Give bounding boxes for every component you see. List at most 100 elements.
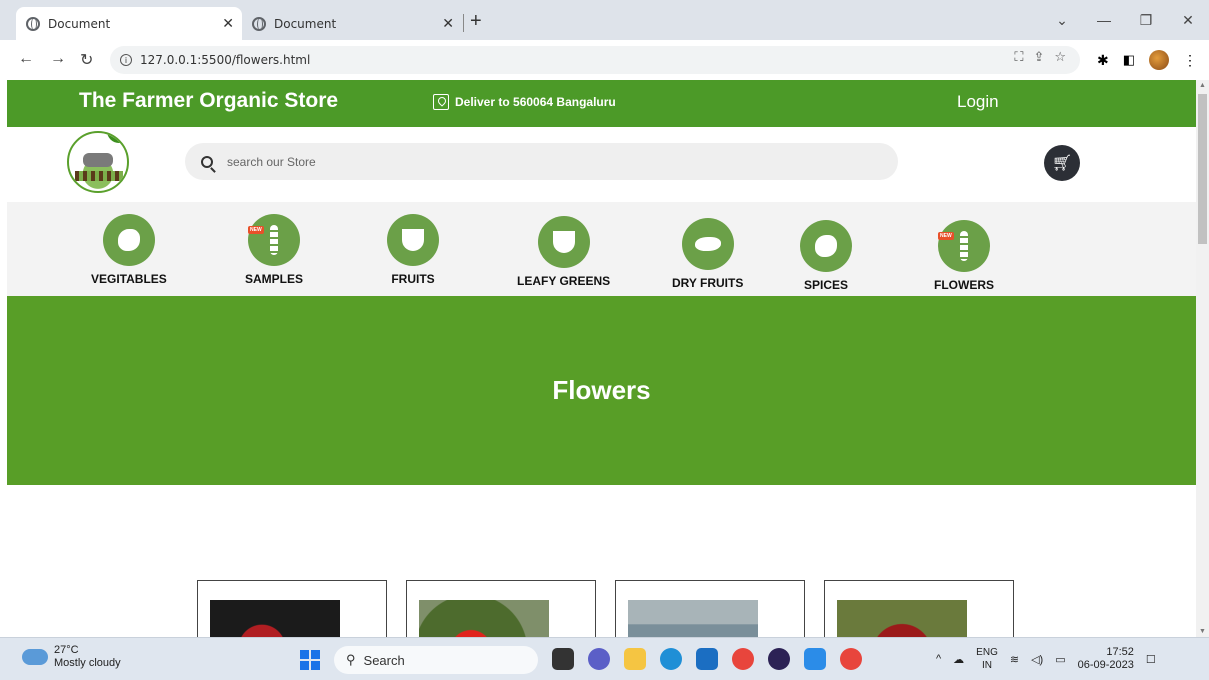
page-scrollbar[interactable]: ▲ ▼ <box>1196 80 1209 637</box>
category-bar: VEGITABLES NEW SAMPLES FRUITS LEAFY GREE… <box>7 202 1196 296</box>
clock[interactable]: 17:52 06-09-2023 <box>1078 646 1134 672</box>
side-panel-icon[interactable]: ◧ <box>1123 52 1135 68</box>
new-tab-button[interactable]: + <box>470 10 482 33</box>
share-icon[interactable]: ⇪ <box>1033 50 1044 65</box>
category-spices[interactable]: SPICES <box>800 220 852 292</box>
store-logo[interactable] <box>67 131 129 193</box>
hero-title: Flowers <box>552 375 651 405</box>
globe-icon <box>26 16 40 31</box>
login-link[interactable]: Login <box>957 92 999 112</box>
fruit-basket-icon <box>387 214 439 266</box>
scroll-up-arrow-icon[interactable]: ▲ <box>1199 82 1206 89</box>
tab-search-icon[interactable]: ⌄ <box>1041 12 1083 29</box>
microsoft-store-icon[interactable] <box>696 648 718 670</box>
battery-icon[interactable]: ▭ <box>1055 653 1065 666</box>
category-fruits[interactable]: FRUITS <box>387 214 439 286</box>
taskbar-search[interactable]: ⚲ Search <box>334 646 538 674</box>
address-bar[interactable]: i 127.0.0.1:5500/flowers.html ⛶ ⇪ ☆ <box>110 46 1080 74</box>
region-code: IN <box>982 660 992 671</box>
logo-leaf <box>107 133 125 143</box>
notification-icon[interactable]: ☐ <box>1146 653 1156 666</box>
minimize-button[interactable]: — <box>1083 12 1125 28</box>
teams-chat-icon[interactable] <box>588 648 610 670</box>
product-card[interactable] <box>406 580 596 637</box>
task-view-icon[interactable] <box>552 648 574 670</box>
translate-icon[interactable]: ⛶ <box>1014 50 1023 65</box>
clock-date: 06-09-2023 <box>1077 659 1134 671</box>
close-tab-icon[interactable]: ✕ <box>222 16 234 32</box>
leafy-greens-icon <box>537 216 590 268</box>
windows-start-icon[interactable] <box>300 650 320 670</box>
vegetables-icon <box>102 214 155 266</box>
file-explorer-icon[interactable] <box>624 648 646 670</box>
category-label: SAMPLES <box>245 272 304 286</box>
product-image-red-hibiscus[interactable] <box>419 600 549 637</box>
tab-divider <box>463 14 464 32</box>
site-info-icon[interactable]: i <box>120 54 132 66</box>
new-badge: NEW <box>938 232 954 240</box>
extensions-puzzle-icon[interactable]: ✱ <box>1097 52 1109 69</box>
chevron-up-icon[interactable]: ^ <box>936 653 941 665</box>
category-samples[interactable]: NEW SAMPLES <box>245 214 303 286</box>
language-indicator[interactable]: ENG IN <box>976 646 998 672</box>
windows-taskbar: 27°C Mostly cloudy ⚲ Search ^ ☁ ENG IN ≋… <box>0 637 1209 680</box>
weather-widget[interactable]: 27°C Mostly cloudy <box>22 643 121 670</box>
globe-icon <box>252 16 266 31</box>
category-label: SPICES <box>803 278 848 292</box>
category-label: FLOWERS <box>934 278 994 292</box>
scroll-down-arrow-icon[interactable]: ▼ <box>1199 628 1206 635</box>
new-badge: NEW <box>248 226 264 234</box>
scrollbar-thumb[interactable] <box>1198 94 1207 244</box>
weather-temp: 27°C <box>54 644 79 656</box>
close-window-button[interactable]: ✕ <box>1167 12 1209 29</box>
product-card[interactable] <box>197 580 387 637</box>
taskbar-apps <box>552 648 862 670</box>
tab-title: Document <box>48 16 111 31</box>
search-icon <box>201 155 213 168</box>
clock-time: 17:52 <box>1106 646 1134 658</box>
back-arrow-icon[interactable]: ← <box>18 50 34 68</box>
search-input[interactable]: search our Store <box>227 155 316 169</box>
deliver-location[interactable]: Deliver to 560064 Bangaluru <box>433 94 616 110</box>
weather-desc: Mostly cloudy <box>54 657 121 669</box>
category-leafy-greens[interactable]: LEAFY GREENS <box>517 216 610 288</box>
browser-tab-2[interactable]: Document ✕ <box>242 7 462 40</box>
volume-icon[interactable]: ◁) <box>1031 653 1043 666</box>
location-pin-icon <box>433 94 449 110</box>
category-dry-fruits[interactable]: DRY FRUITS <box>672 218 743 290</box>
profile-avatar[interactable] <box>1149 50 1169 70</box>
wheat-icon: NEW <box>938 220 990 272</box>
search-bar[interactable]: search our Store <box>185 143 898 180</box>
tab-title: Document <box>274 16 337 31</box>
eclipse-icon[interactable] <box>768 648 790 670</box>
logo-field <box>75 171 123 181</box>
product-card[interactable] <box>824 580 1014 637</box>
vscode-icon[interactable] <box>804 648 826 670</box>
reload-icon[interactable]: ↻ <box>80 50 93 70</box>
product-image-red-rose[interactable] <box>210 600 340 637</box>
chrome-icon[interactable] <box>732 648 754 670</box>
menu-kebab-icon[interactable]: ⋮ <box>1183 52 1197 69</box>
bookmark-star-icon[interactable]: ☆ <box>1054 50 1066 65</box>
browser-tab-bar: Document ✕ Document ✕ + ⌄ — ❐ ✕ <box>0 0 1209 40</box>
product-card[interactable] <box>615 580 805 637</box>
forward-arrow-icon[interactable]: → <box>50 50 66 68</box>
browser-tab-1[interactable]: Document ✕ <box>16 7 242 40</box>
cart-icon[interactable]: 🛒︎ <box>1044 145 1080 181</box>
category-vegetables[interactable]: VEGITABLES <box>91 214 167 286</box>
chrome-active-icon[interactable] <box>840 648 862 670</box>
category-label: LEAFY GREENS <box>517 274 611 288</box>
wheat-icon: NEW <box>248 214 300 266</box>
product-image-lotus[interactable] <box>628 600 758 637</box>
store-brand-title[interactable]: The Farmer Organic Store <box>79 89 338 113</box>
onedrive-cloud-icon[interactable]: ☁ <box>953 653 964 666</box>
search-icon: ⚲ <box>346 652 356 667</box>
close-tab-icon[interactable]: ✕ <box>442 16 454 32</box>
wifi-icon[interactable]: ≋ <box>1010 653 1019 666</box>
category-label: VEGITABLES <box>91 272 167 286</box>
restore-button[interactable]: ❐ <box>1125 12 1167 29</box>
product-image-dahlia[interactable] <box>837 600 967 637</box>
category-flowers[interactable]: NEW FLOWERS <box>934 220 994 292</box>
taskbar-search-label: Search <box>363 652 405 668</box>
edge-icon[interactable] <box>660 648 682 670</box>
